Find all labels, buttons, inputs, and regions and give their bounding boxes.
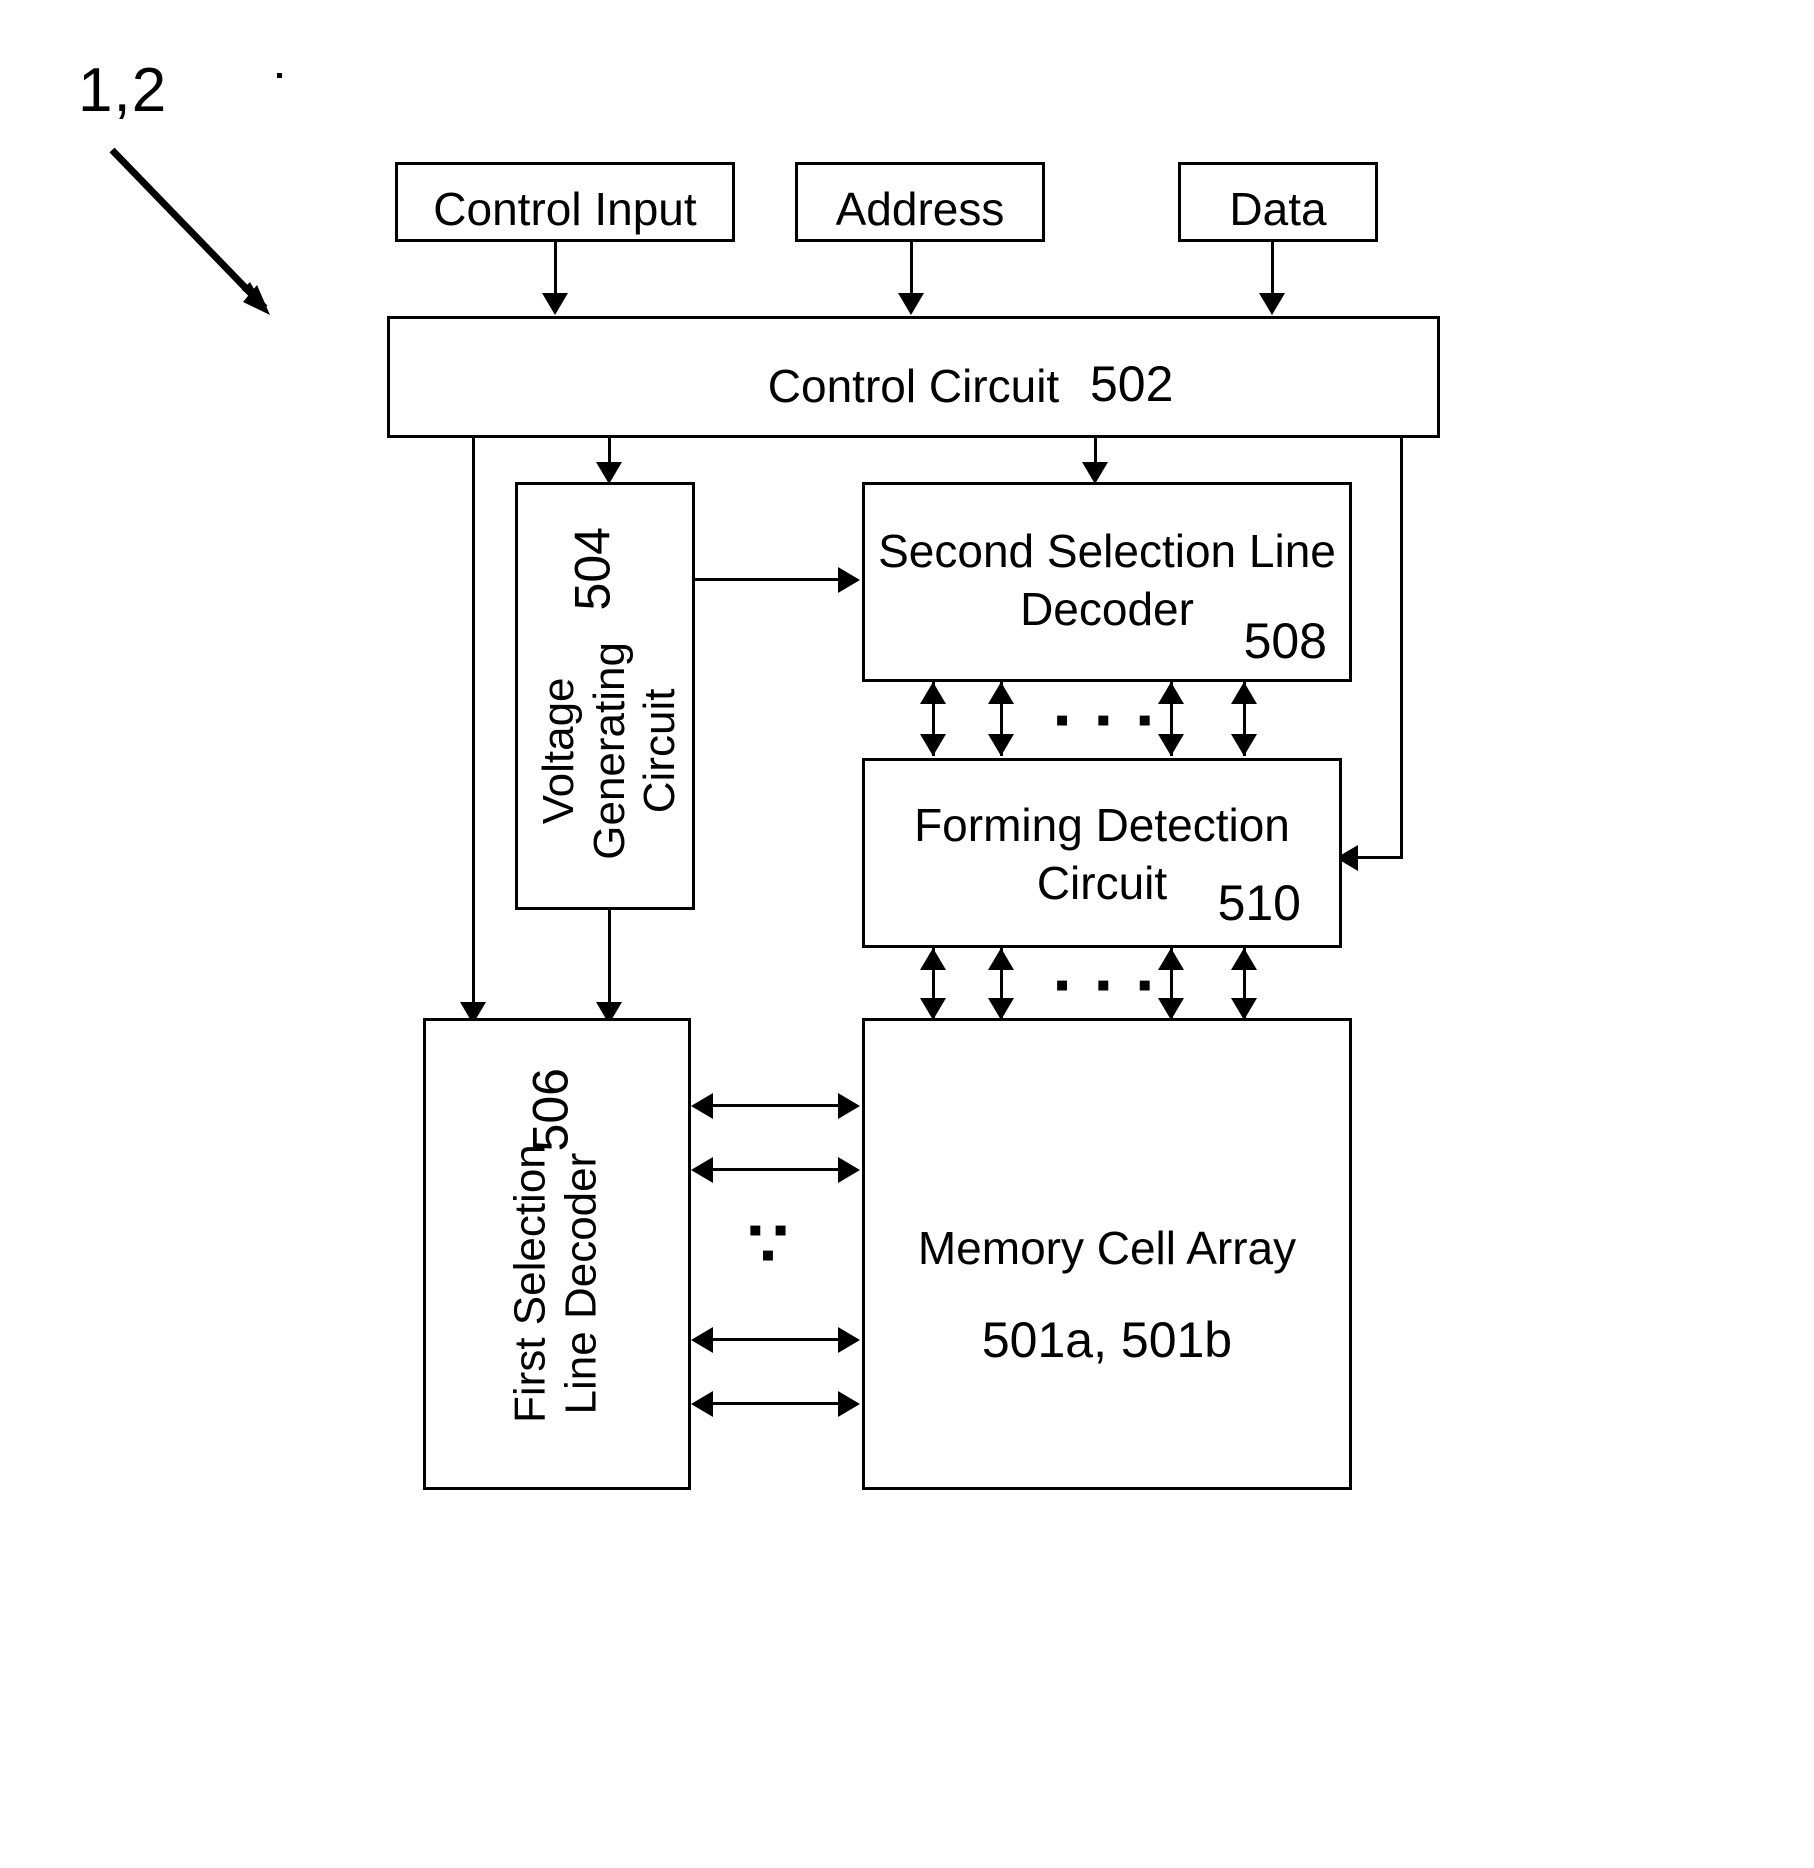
connector-data-to-control-circuit bbox=[1271, 242, 1274, 296]
block-control-input[interactable]: Control Input bbox=[395, 162, 735, 242]
arrowhead-up bbox=[920, 682, 946, 704]
block-first-selection-line-decoder-numeral: 506 bbox=[522, 1068, 579, 1152]
arrowhead-down bbox=[920, 734, 946, 756]
block-data[interactable]: Data bbox=[1178, 162, 1378, 242]
arrowhead-down bbox=[1158, 998, 1184, 1020]
block-second-selection-line-decoder[interactable]: Second Selection Line Decoder 508 bbox=[862, 482, 1352, 682]
arrowhead-control-input bbox=[542, 293, 568, 315]
arrowhead-address bbox=[898, 293, 924, 315]
figure-leader-arrow bbox=[109, 147, 270, 315]
arrowhead-up bbox=[1158, 948, 1184, 970]
arrowhead-up bbox=[1158, 682, 1184, 704]
ellipsis-forming-memory: ▪ ▪ ▪ bbox=[1055, 963, 1160, 1007]
block-control-circuit-label: Control Circuit bbox=[767, 360, 1060, 412]
bus-line bbox=[710, 1168, 850, 1171]
arrowhead-down bbox=[988, 998, 1014, 1020]
arrowhead-down bbox=[1158, 734, 1184, 756]
figure-canvas: 1,2 Control Input Address Data Control C… bbox=[0, 0, 1814, 1868]
arrowhead-right bbox=[838, 1157, 860, 1183]
stray-dot-mark bbox=[277, 73, 282, 78]
block-control-input-label: Control Input bbox=[433, 183, 697, 235]
block-address[interactable]: Address bbox=[795, 162, 1045, 242]
block-control-circuit-numeral: 502 bbox=[1090, 356, 1174, 412]
arrowhead-right bbox=[838, 1327, 860, 1353]
arrowhead-second-decoder-left bbox=[838, 567, 860, 593]
connector-voltage-to-second-decoder bbox=[695, 578, 843, 581]
arrowhead-left bbox=[691, 1391, 713, 1417]
block-voltage-generating-circuit[interactable]: Voltage Generating Circuit 504 bbox=[515, 482, 695, 910]
bus-line bbox=[710, 1338, 850, 1341]
figure-reference-numeral: 1,2 bbox=[78, 56, 168, 125]
connector-control-circuit-to-first-decoder bbox=[472, 438, 475, 1008]
arrowhead-data bbox=[1259, 293, 1285, 315]
block-address-label: Address bbox=[835, 183, 1005, 235]
block-memory-cell-array-label: Memory Cell Array bbox=[917, 1222, 1297, 1274]
arrowhead-up bbox=[1231, 682, 1257, 704]
block-first-selection-line-decoder[interactable]: First Selection Line Decoder 506 bbox=[423, 1018, 691, 1490]
block-forming-detection-circuit[interactable]: Forming Detection Circuit 510 bbox=[862, 758, 1342, 948]
arrowhead-up bbox=[988, 948, 1014, 970]
block-forming-detection-circuit-numeral: 510 bbox=[1217, 875, 1301, 931]
arrowhead-left bbox=[691, 1093, 713, 1119]
arrowhead-left bbox=[691, 1157, 713, 1183]
block-voltage-generating-circuit-numeral: 504 bbox=[564, 527, 621, 611]
ellipsis-second-decoder-forming: ▪ ▪ ▪ bbox=[1055, 698, 1160, 742]
connector-control-input-to-control-circuit bbox=[554, 242, 557, 296]
arrowhead-right bbox=[838, 1093, 860, 1119]
bus-line bbox=[710, 1402, 850, 1405]
ellipsis-first-decoder-memory: ▪ ▪ ▪ bbox=[748, 1208, 788, 1277]
connector-address-to-control-circuit bbox=[910, 242, 913, 296]
block-memory-cell-array-numeral: 501a, 501b bbox=[981, 1312, 1233, 1368]
arrowhead-down bbox=[1231, 734, 1257, 756]
connector-control-circuit-to-forming-detection-v bbox=[1400, 438, 1403, 856]
block-control-circuit[interactable]: Control Circuit 502 bbox=[387, 316, 1440, 438]
arrowhead-up bbox=[1231, 948, 1257, 970]
block-second-selection-line-decoder-numeral: 508 bbox=[1243, 613, 1327, 669]
block-memory-cell-array[interactable]: Memory Cell Array 501a, 501b bbox=[862, 1018, 1352, 1490]
arrowhead-down bbox=[1231, 998, 1257, 1020]
arrowhead-second-decoder bbox=[1082, 462, 1108, 484]
arrowhead-left bbox=[691, 1327, 713, 1353]
arrowhead-down bbox=[988, 734, 1014, 756]
arrowhead-up bbox=[920, 948, 946, 970]
block-data-label: Data bbox=[1229, 183, 1327, 235]
arrowhead-up bbox=[988, 682, 1014, 704]
connector-voltage-to-first-decoder bbox=[608, 910, 611, 1008]
arrowhead-down bbox=[920, 998, 946, 1020]
arrowhead-right bbox=[838, 1391, 860, 1417]
connector-control-circuit-to-forming-detection-h bbox=[1355, 856, 1403, 859]
bus-line bbox=[710, 1104, 850, 1107]
